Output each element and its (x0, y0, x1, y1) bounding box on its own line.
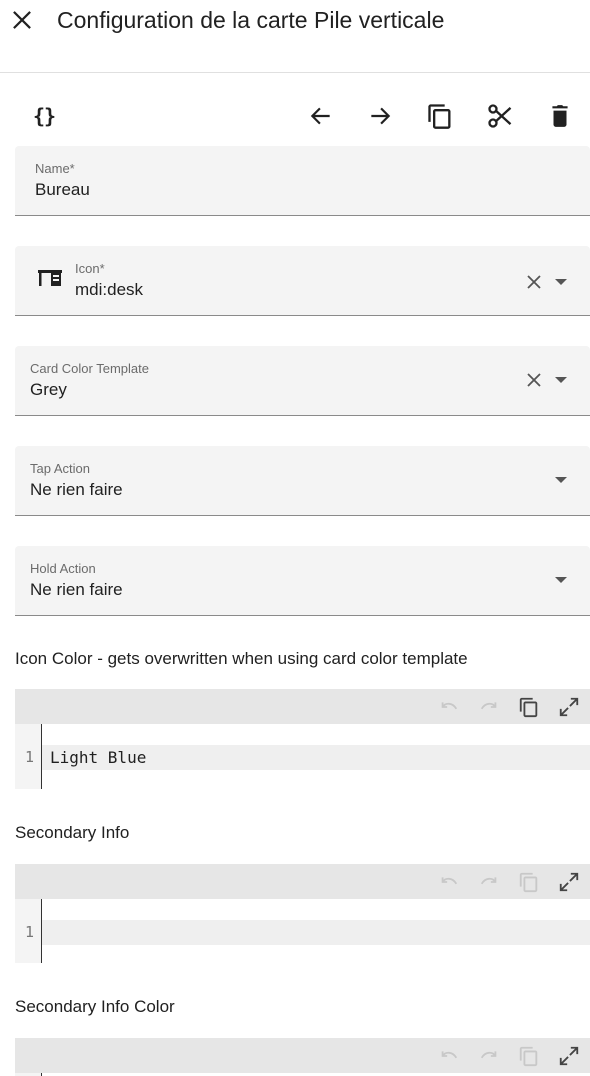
card-color-template-label: Card Color Template (30, 361, 149, 376)
tap-action-dropdown-button[interactable] (549, 468, 573, 492)
editor-toolbar (15, 689, 590, 724)
undo-button[interactable] (436, 694, 462, 720)
secondary-info-color-code-editor[interactable] (15, 1038, 590, 1076)
copy-code-button[interactable] (516, 1043, 542, 1069)
fullscreen-button[interactable] (556, 694, 582, 720)
caret-down-icon (555, 279, 567, 285)
copy-icon (428, 104, 451, 129)
hold-action-dropdown-button[interactable] (549, 568, 573, 592)
copy-card-button[interactable] (422, 98, 458, 134)
fullscreen-button[interactable] (556, 1043, 582, 1069)
close-icon (13, 11, 31, 29)
secondary-info-color-label: Secondary Info Color (15, 997, 175, 1016)
hold-action-value[interactable]: Ne rien faire (30, 580, 123, 600)
redo-icon (480, 877, 497, 885)
clear-icon (527, 373, 541, 387)
dialog-header: Configuration de la carte Pile verticale (0, 0, 590, 73)
fullscreen-icon (559, 1046, 579, 1066)
icon-clear-button[interactable] (522, 270, 546, 294)
editor-code-text[interactable]: Light Blue (50, 748, 146, 767)
caret-down-icon (555, 377, 567, 383)
move-right-button[interactable] (362, 98, 398, 134)
name-field[interactable]: Name* Bureau (15, 146, 590, 216)
caret-down-icon (555, 577, 567, 583)
move-left-button[interactable] (303, 98, 339, 134)
icon-field-value[interactable]: mdi:desk (75, 280, 143, 300)
editor-active-line (42, 920, 590, 945)
icon-picker-field[interactable]: Icon* mdi:desk (15, 246, 590, 316)
copy-code-button[interactable] (516, 869, 542, 895)
dialog-title: Configuration de la carte Pile verticale (57, 7, 445, 33)
secondary-info-label: Secondary Info (15, 823, 130, 842)
hold-action-label: Hold Action (30, 561, 96, 576)
tap-action-value[interactable]: Ne rien faire (30, 480, 123, 500)
redo-button[interactable] (476, 869, 502, 895)
line-number: 1 (25, 923, 35, 941)
undo-icon (441, 702, 458, 710)
fullscreen-icon (559, 872, 579, 892)
delete-icon (552, 105, 568, 127)
redo-button[interactable] (476, 694, 502, 720)
caret-down-icon (555, 477, 567, 483)
icon-field-label: Icon* (75, 261, 105, 276)
delete-card-button[interactable] (542, 98, 578, 134)
redo-icon (480, 702, 497, 710)
card-color-template-field[interactable]: Card Color Template Grey (15, 346, 590, 416)
undo-icon (441, 877, 458, 885)
icon-color-label: Icon Color - gets overwritten when using… (15, 649, 468, 668)
secondary-info-code-editor[interactable]: 1 (15, 864, 590, 963)
arrow-left-icon (310, 107, 330, 125)
card-color-template-value[interactable]: Grey (30, 380, 67, 400)
clear-icon (527, 275, 541, 289)
cut-icon (488, 104, 512, 128)
code-braces-icon: {} (32, 104, 56, 128)
redo-button[interactable] (476, 1043, 502, 1069)
fullscreen-icon (559, 697, 579, 717)
close-dialog-button[interactable] (8, 6, 36, 34)
copy-icon (519, 697, 538, 718)
undo-button[interactable] (436, 869, 462, 895)
cut-card-button[interactable] (482, 98, 518, 134)
code-editor-button[interactable]: {} (26, 98, 62, 134)
line-number: 1 (25, 748, 35, 766)
card-color-clear-button[interactable] (522, 368, 546, 392)
undo-icon (441, 1051, 458, 1059)
copy-icon (519, 1046, 538, 1067)
undo-button[interactable] (436, 1043, 462, 1069)
editor-toolbar (15, 864, 590, 899)
icon-color-code-editor[interactable]: 1 Light Blue (15, 689, 590, 789)
desk-icon (38, 270, 62, 286)
copy-code-button[interactable] (516, 694, 542, 720)
fullscreen-button[interactable] (556, 869, 582, 895)
name-field-value[interactable]: Bureau (35, 180, 90, 200)
editor-toolbar (15, 1038, 590, 1073)
arrow-right-icon (371, 107, 391, 125)
redo-icon (480, 1051, 497, 1059)
hold-action-field[interactable]: Hold Action Ne rien faire (15, 546, 590, 616)
card-color-dropdown-button[interactable] (549, 368, 573, 392)
copy-icon (519, 872, 538, 893)
name-field-label: Name* (35, 161, 75, 176)
tap-action-label: Tap Action (30, 461, 90, 476)
tap-action-field[interactable]: Tap Action Ne rien faire (15, 446, 590, 516)
icon-dropdown-button[interactable] (549, 270, 573, 294)
